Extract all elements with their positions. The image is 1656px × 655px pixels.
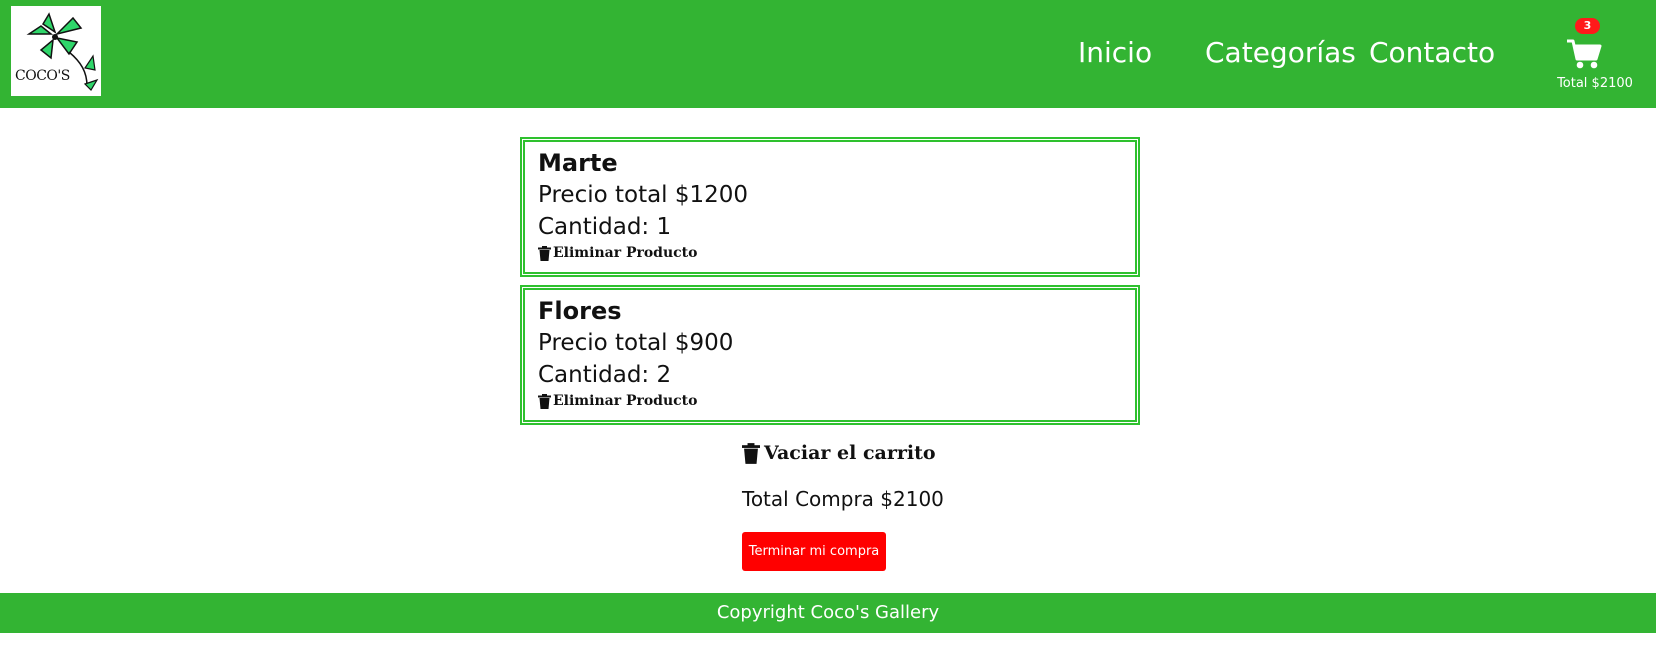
product-price: Precio total $900 (538, 330, 734, 356)
remove-product-label: Eliminar Producto (553, 245, 698, 261)
product-price: Precio total $1200 (538, 182, 749, 208)
total-purchase: Total Compra $2100 (742, 487, 944, 511)
copyright-text: Copyright Coco's Gallery (716, 602, 940, 623)
logo-text: COCO'S (15, 68, 70, 84)
site-footer: Copyright Coco's Gallery (0, 593, 1656, 633)
trash-icon (742, 442, 760, 464)
product-quantity: Cantidad: 2 (538, 362, 672, 388)
cart-product-card: Flores Precio total $900 Cantidad: 2 Eli… (520, 285, 1140, 425)
finish-purchase-button[interactable]: Terminar mi compra (742, 532, 886, 571)
cocos-logo[interactable]: COCO'S (11, 6, 101, 96)
remove-product-button[interactable]: Eliminar Producto (538, 245, 697, 261)
nav-contacto[interactable]: Contacto (1369, 36, 1495, 69)
remove-product-label: Eliminar Producto (553, 393, 698, 409)
site-header: COCO'S Inicio Categorías Contacto 3 Tota… (0, 0, 1656, 108)
cart-product-card: Marte Precio total $1200 Cantidad: 1 Eli… (520, 137, 1140, 277)
nav-categorias[interactable]: Categorías (1205, 36, 1356, 69)
trash-icon (538, 245, 551, 261)
cart-total-label: Total $2100 (1557, 76, 1633, 91)
product-name: Marte (538, 149, 618, 177)
cart-widget[interactable]: 3 Total $2100 (1552, 16, 1638, 96)
product-name: Flores (538, 297, 622, 325)
shopping-cart-icon (1567, 39, 1602, 69)
trash-icon (538, 393, 551, 409)
nav-inicio[interactable]: Inicio (1078, 36, 1152, 69)
cart-count-badge: 3 (1575, 18, 1600, 34)
product-quantity: Cantidad: 1 (538, 214, 672, 240)
empty-cart-button[interactable]: Vaciar el carrito (742, 442, 936, 464)
remove-product-button[interactable]: Eliminar Producto (538, 393, 697, 409)
empty-cart-label: Vaciar el carrito (764, 442, 936, 464)
